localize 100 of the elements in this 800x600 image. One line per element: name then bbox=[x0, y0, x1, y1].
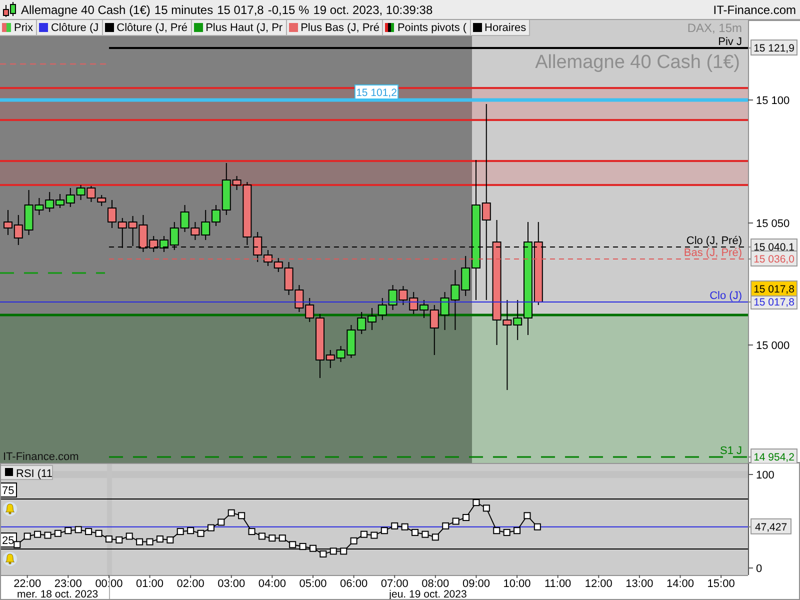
rsi-point bbox=[258, 532, 266, 540]
candlestick bbox=[368, 308, 376, 330]
time-label: 14:00 bbox=[666, 578, 694, 590]
level-label: Piv J bbox=[718, 36, 742, 48]
axis-label: 15 050 bbox=[748, 218, 790, 230]
rsi-point bbox=[218, 518, 225, 526]
candlestick-icon bbox=[2, 2, 18, 18]
level-label: Clo (J) bbox=[710, 290, 742, 302]
candlestick bbox=[45, 192, 54, 212]
rsi-point bbox=[136, 538, 144, 546]
rsi-point bbox=[14, 541, 21, 548]
candlestick bbox=[66, 188, 75, 208]
rsi-point bbox=[534, 523, 541, 530]
legend-item[interactable]: Clôture (J bbox=[36, 20, 103, 36]
rsi-point bbox=[156, 536, 164, 542]
swatch-icon bbox=[385, 23, 394, 32]
change-value: -0,15 % bbox=[268, 2, 310, 16]
rsi-point bbox=[472, 499, 480, 506]
timestamp: 19 oct. 2023, 10:39:38 bbox=[313, 2, 433, 16]
level-label: Clo (J, Pré) bbox=[686, 235, 742, 247]
time-label: 08:00 bbox=[422, 578, 450, 590]
legend-item[interactable]: Clôture (J, Pré bbox=[102, 20, 192, 36]
candlestick bbox=[56, 194, 64, 208]
rsi-point bbox=[116, 536, 123, 544]
swatch-icon bbox=[2, 23, 11, 32]
time-label: 11:00 bbox=[544, 578, 572, 590]
rsi-point bbox=[34, 530, 42, 538]
level-tag: 75 bbox=[0, 482, 17, 498]
credit-text: IT-Finance.com bbox=[3, 451, 79, 463]
rsi-point bbox=[146, 538, 154, 546]
time-label: 07:00 bbox=[380, 578, 408, 590]
legend-item[interactable]: Plus Haut (J, Pr bbox=[192, 20, 287, 36]
candlestick bbox=[388, 284, 398, 310]
rsi-point bbox=[238, 512, 246, 520]
rsi-point bbox=[310, 544, 316, 552]
time-label: 09:00 bbox=[462, 578, 490, 590]
rsi-point bbox=[299, 542, 306, 550]
level-label: S1 J bbox=[720, 445, 742, 457]
bell-icon bbox=[3, 502, 17, 516]
rsi-point bbox=[320, 550, 327, 558]
rsi-point bbox=[64, 527, 72, 534]
rsi-point bbox=[524, 512, 531, 520]
candlestick bbox=[409, 292, 418, 314]
rsi-point bbox=[360, 530, 368, 538]
price-tag: 15 121,9 bbox=[748, 40, 798, 56]
time-label: 00:00 bbox=[95, 578, 123, 590]
time-label: 01:00 bbox=[136, 578, 164, 590]
rsi-point bbox=[432, 534, 439, 541]
rsi-point bbox=[330, 548, 337, 555]
rsi-point bbox=[289, 541, 296, 548]
axis-label: 0 bbox=[756, 563, 762, 575]
time-label: 15:00 bbox=[707, 578, 735, 590]
rsi-point bbox=[350, 537, 358, 544]
price-tag: 15 017,8 bbox=[750, 280, 798, 296]
value-tag: 47,427 bbox=[748, 518, 792, 534]
rsi-point bbox=[197, 530, 204, 537]
rsi-point bbox=[493, 527, 500, 534]
time-label: 13:00 bbox=[626, 578, 654, 590]
candlestick bbox=[378, 298, 387, 320]
axis-label: 15 100 bbox=[748, 95, 790, 107]
legend-item[interactable]: Plus Bas (J, Pré bbox=[286, 20, 384, 36]
time-label: 23:00 bbox=[54, 578, 82, 590]
rsi-point bbox=[248, 528, 256, 536]
rsi-point bbox=[44, 532, 52, 539]
site-name: IT-Finance.com bbox=[713, 2, 796, 16]
legend-item[interactable]: Horaires bbox=[470, 20, 530, 36]
rsi-point bbox=[278, 534, 286, 542]
time-label: 05:00 bbox=[299, 578, 327, 590]
legend-item[interactable]: Prix bbox=[0, 20, 37, 36]
date-label: jeu. 19 oct. 2023 bbox=[389, 588, 467, 600]
legend-item[interactable]: Points pivots ( bbox=[383, 20, 471, 36]
time-label: 03:00 bbox=[218, 578, 246, 590]
instrument-name: Allemagne 40 Cash (1€) bbox=[21, 2, 150, 16]
candlestick bbox=[86, 186, 96, 202]
rsi-point bbox=[176, 528, 184, 536]
candlestick bbox=[128, 216, 138, 246]
time-label: 22:00 bbox=[14, 578, 42, 590]
level-label: Bas (J, Pré) bbox=[684, 247, 742, 259]
rsi-point bbox=[514, 527, 521, 534]
time-label: 12:00 bbox=[584, 578, 612, 590]
price-value: 15 017,8 bbox=[217, 2, 264, 16]
rsi-point bbox=[187, 527, 194, 534]
legend-item[interactable]: RSI (11 bbox=[0, 465, 53, 480]
time-label: 06:00 bbox=[340, 578, 368, 590]
rsi-point bbox=[228, 509, 235, 516]
rsi-point bbox=[207, 524, 214, 532]
chart-subtitle: DAX, 15m bbox=[687, 21, 742, 35]
price-tag: 15 101,2 bbox=[354, 84, 398, 100]
rsi-point bbox=[268, 534, 276, 542]
candlestick bbox=[118, 218, 127, 248]
candlestick bbox=[76, 184, 86, 200]
rsi-point bbox=[85, 528, 92, 536]
rsi-point bbox=[74, 526, 82, 534]
time-label: 10:00 bbox=[503, 578, 531, 590]
chart-heading: Allemagne 40 Cash (1€) bbox=[535, 52, 740, 73]
rsi-point bbox=[54, 530, 62, 537]
rsi-point bbox=[462, 514, 470, 521]
price-tag: 15 036,0 bbox=[748, 250, 798, 266]
rsi-point bbox=[391, 522, 398, 530]
time-label: 02:00 bbox=[176, 578, 204, 590]
